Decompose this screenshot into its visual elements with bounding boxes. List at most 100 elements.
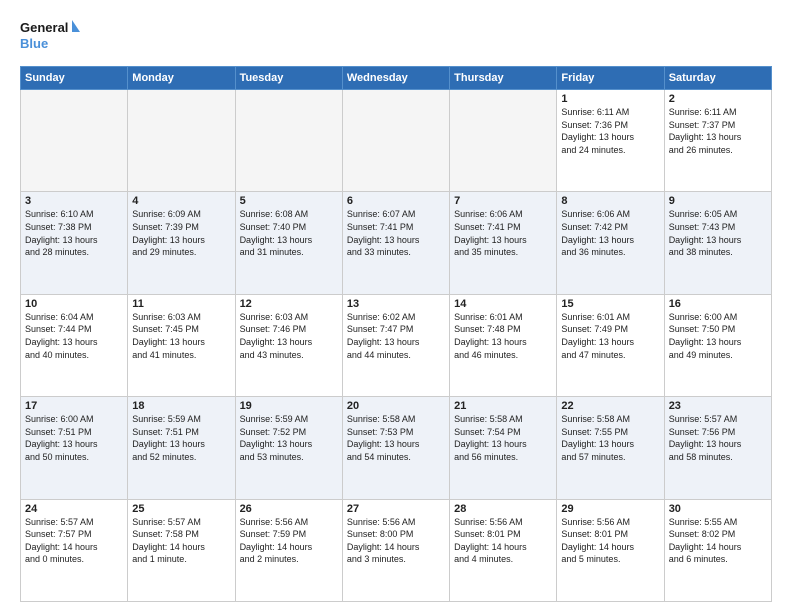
calendar-day-cell: 5Sunrise: 6:08 AM Sunset: 7:40 PM Daylig… xyxy=(235,192,342,294)
day-number: 12 xyxy=(240,298,338,310)
calendar-day-cell: 22Sunrise: 5:58 AM Sunset: 7:55 PM Dayli… xyxy=(557,397,664,499)
day-number: 17 xyxy=(25,400,123,412)
calendar-day-cell: 30Sunrise: 5:55 AM Sunset: 8:02 PM Dayli… xyxy=(664,499,771,601)
day-number: 18 xyxy=(132,400,230,412)
day-info: Sunrise: 6:01 AM Sunset: 7:48 PM Dayligh… xyxy=(454,311,552,361)
calendar-day-cell xyxy=(235,90,342,192)
day-info: Sunrise: 6:10 AM Sunset: 7:38 PM Dayligh… xyxy=(25,208,123,258)
day-info: Sunrise: 6:02 AM Sunset: 7:47 PM Dayligh… xyxy=(347,311,445,361)
day-info: Sunrise: 6:00 AM Sunset: 7:51 PM Dayligh… xyxy=(25,413,123,463)
day-info: Sunrise: 6:01 AM Sunset: 7:49 PM Dayligh… xyxy=(561,311,659,361)
day-info: Sunrise: 6:08 AM Sunset: 7:40 PM Dayligh… xyxy=(240,208,338,258)
logo-svg: General Blue xyxy=(20,16,80,58)
calendar-day-cell: 7Sunrise: 6:06 AM Sunset: 7:41 PM Daylig… xyxy=(450,192,557,294)
calendar-table: SundayMondayTuesdayWednesdayThursdayFrid… xyxy=(20,66,772,602)
header: General Blue xyxy=(20,16,772,58)
weekday-header: Friday xyxy=(557,67,664,90)
calendar-day-cell xyxy=(450,90,557,192)
day-info: Sunrise: 5:58 AM Sunset: 7:53 PM Dayligh… xyxy=(347,413,445,463)
calendar-week-row: 3Sunrise: 6:10 AM Sunset: 7:38 PM Daylig… xyxy=(21,192,772,294)
day-number: 22 xyxy=(561,400,659,412)
day-info: Sunrise: 5:56 AM Sunset: 7:59 PM Dayligh… xyxy=(240,516,338,566)
day-info: Sunrise: 6:03 AM Sunset: 7:46 PM Dayligh… xyxy=(240,311,338,361)
day-number: 3 xyxy=(25,195,123,207)
day-number: 8 xyxy=(561,195,659,207)
calendar-day-cell xyxy=(21,90,128,192)
day-info: Sunrise: 5:56 AM Sunset: 8:01 PM Dayligh… xyxy=(561,516,659,566)
day-number: 15 xyxy=(561,298,659,310)
calendar-day-cell: 21Sunrise: 5:58 AM Sunset: 7:54 PM Dayli… xyxy=(450,397,557,499)
weekday-header-row: SundayMondayTuesdayWednesdayThursdayFrid… xyxy=(21,67,772,90)
calendar-day-cell: 24Sunrise: 5:57 AM Sunset: 7:57 PM Dayli… xyxy=(21,499,128,601)
calendar-day-cell: 16Sunrise: 6:00 AM Sunset: 7:50 PM Dayli… xyxy=(664,294,771,396)
day-info: Sunrise: 6:07 AM Sunset: 7:41 PM Dayligh… xyxy=(347,208,445,258)
calendar-day-cell: 10Sunrise: 6:04 AM Sunset: 7:44 PM Dayli… xyxy=(21,294,128,396)
calendar-day-cell: 1Sunrise: 6:11 AM Sunset: 7:36 PM Daylig… xyxy=(557,90,664,192)
calendar-day-cell: 18Sunrise: 5:59 AM Sunset: 7:51 PM Dayli… xyxy=(128,397,235,499)
day-number: 27 xyxy=(347,503,445,515)
calendar-day-cell: 9Sunrise: 6:05 AM Sunset: 7:43 PM Daylig… xyxy=(664,192,771,294)
svg-text:Blue: Blue xyxy=(20,36,48,51)
calendar-day-cell: 14Sunrise: 6:01 AM Sunset: 7:48 PM Dayli… xyxy=(450,294,557,396)
calendar-day-cell: 3Sunrise: 6:10 AM Sunset: 7:38 PM Daylig… xyxy=(21,192,128,294)
page: General Blue SundayMondayTuesdayWednesda… xyxy=(0,0,792,612)
calendar-week-row: 1Sunrise: 6:11 AM Sunset: 7:36 PM Daylig… xyxy=(21,90,772,192)
calendar-day-cell: 12Sunrise: 6:03 AM Sunset: 7:46 PM Dayli… xyxy=(235,294,342,396)
day-info: Sunrise: 5:58 AM Sunset: 7:54 PM Dayligh… xyxy=(454,413,552,463)
day-info: Sunrise: 5:58 AM Sunset: 7:55 PM Dayligh… xyxy=(561,413,659,463)
day-number: 16 xyxy=(669,298,767,310)
calendar-week-row: 17Sunrise: 6:00 AM Sunset: 7:51 PM Dayli… xyxy=(21,397,772,499)
day-info: Sunrise: 5:59 AM Sunset: 7:51 PM Dayligh… xyxy=(132,413,230,463)
weekday-header: Saturday xyxy=(664,67,771,90)
calendar-day-cell: 11Sunrise: 6:03 AM Sunset: 7:45 PM Dayli… xyxy=(128,294,235,396)
calendar-day-cell xyxy=(128,90,235,192)
day-number: 30 xyxy=(669,503,767,515)
calendar-day-cell: 13Sunrise: 6:02 AM Sunset: 7:47 PM Dayli… xyxy=(342,294,449,396)
day-number: 26 xyxy=(240,503,338,515)
calendar-day-cell: 26Sunrise: 5:56 AM Sunset: 7:59 PM Dayli… xyxy=(235,499,342,601)
day-number: 21 xyxy=(454,400,552,412)
calendar-day-cell: 23Sunrise: 5:57 AM Sunset: 7:56 PM Dayli… xyxy=(664,397,771,499)
day-number: 9 xyxy=(669,195,767,207)
day-number: 20 xyxy=(347,400,445,412)
day-info: Sunrise: 6:06 AM Sunset: 7:42 PM Dayligh… xyxy=(561,208,659,258)
day-info: Sunrise: 5:56 AM Sunset: 8:01 PM Dayligh… xyxy=(454,516,552,566)
calendar-day-cell: 25Sunrise: 5:57 AM Sunset: 7:58 PM Dayli… xyxy=(128,499,235,601)
day-info: Sunrise: 6:04 AM Sunset: 7:44 PM Dayligh… xyxy=(25,311,123,361)
day-number: 10 xyxy=(25,298,123,310)
day-number: 6 xyxy=(347,195,445,207)
calendar-day-cell: 19Sunrise: 5:59 AM Sunset: 7:52 PM Dayli… xyxy=(235,397,342,499)
weekday-header: Thursday xyxy=(450,67,557,90)
calendar-day-cell: 28Sunrise: 5:56 AM Sunset: 8:01 PM Dayli… xyxy=(450,499,557,601)
calendar-day-cell: 4Sunrise: 6:09 AM Sunset: 7:39 PM Daylig… xyxy=(128,192,235,294)
day-number: 5 xyxy=(240,195,338,207)
day-number: 7 xyxy=(454,195,552,207)
calendar-day-cell: 20Sunrise: 5:58 AM Sunset: 7:53 PM Dayli… xyxy=(342,397,449,499)
day-number: 19 xyxy=(240,400,338,412)
day-number: 4 xyxy=(132,195,230,207)
day-info: Sunrise: 6:03 AM Sunset: 7:45 PM Dayligh… xyxy=(132,311,230,361)
day-info: Sunrise: 6:00 AM Sunset: 7:50 PM Dayligh… xyxy=(669,311,767,361)
calendar-day-cell: 15Sunrise: 6:01 AM Sunset: 7:49 PM Dayli… xyxy=(557,294,664,396)
day-info: Sunrise: 6:11 AM Sunset: 7:36 PM Dayligh… xyxy=(561,106,659,156)
day-info: Sunrise: 6:11 AM Sunset: 7:37 PM Dayligh… xyxy=(669,106,767,156)
svg-text:General: General xyxy=(20,20,68,35)
day-info: Sunrise: 5:57 AM Sunset: 7:58 PM Dayligh… xyxy=(132,516,230,566)
day-number: 28 xyxy=(454,503,552,515)
calendar-week-row: 10Sunrise: 6:04 AM Sunset: 7:44 PM Dayli… xyxy=(21,294,772,396)
day-info: Sunrise: 6:06 AM Sunset: 7:41 PM Dayligh… xyxy=(454,208,552,258)
day-number: 25 xyxy=(132,503,230,515)
day-number: 11 xyxy=(132,298,230,310)
day-info: Sunrise: 6:09 AM Sunset: 7:39 PM Dayligh… xyxy=(132,208,230,258)
day-number: 1 xyxy=(561,93,659,105)
day-number: 23 xyxy=(669,400,767,412)
day-number: 13 xyxy=(347,298,445,310)
day-number: 2 xyxy=(669,93,767,105)
weekday-header: Monday xyxy=(128,67,235,90)
weekday-header: Sunday xyxy=(21,67,128,90)
day-info: Sunrise: 5:57 AM Sunset: 7:57 PM Dayligh… xyxy=(25,516,123,566)
day-info: Sunrise: 5:59 AM Sunset: 7:52 PM Dayligh… xyxy=(240,413,338,463)
logo: General Blue xyxy=(20,16,80,58)
calendar-day-cell: 27Sunrise: 5:56 AM Sunset: 8:00 PM Dayli… xyxy=(342,499,449,601)
calendar-week-row: 24Sunrise: 5:57 AM Sunset: 7:57 PM Dayli… xyxy=(21,499,772,601)
